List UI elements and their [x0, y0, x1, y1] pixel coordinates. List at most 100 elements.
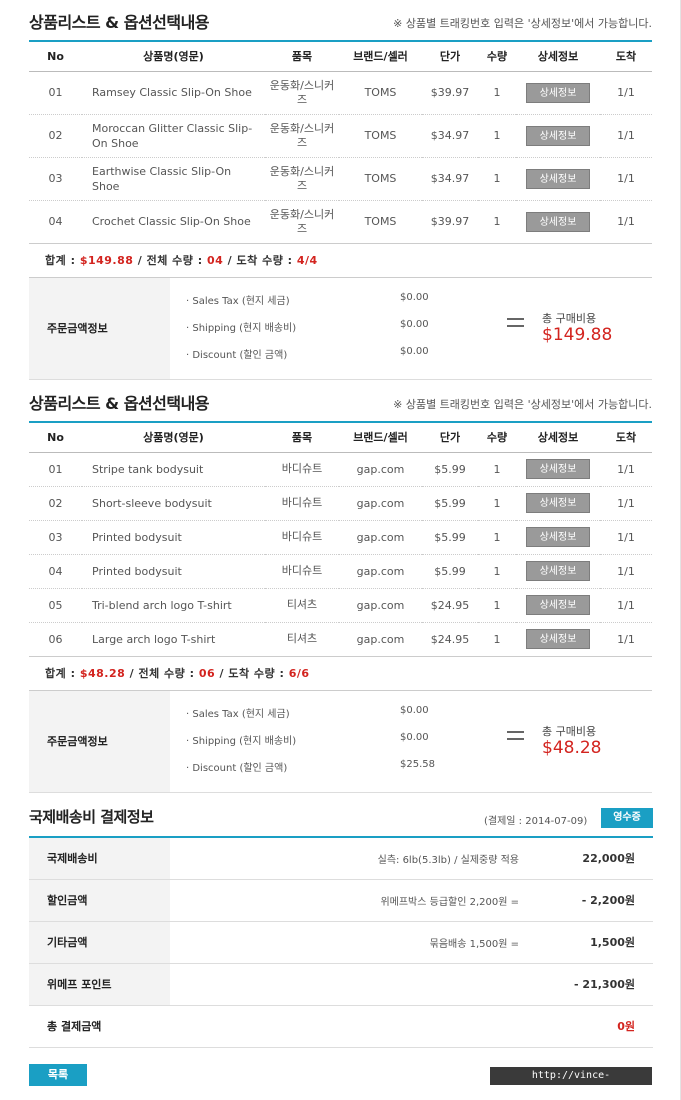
item-category: 운동화/스니커즈	[265, 71, 339, 115]
item-brand: gap.com	[339, 452, 422, 487]
detail-button[interactable]: 상세정보	[526, 125, 590, 146]
table-row: 02 Moroccan Glitter Classic Slip-On Shoe…	[29, 114, 652, 158]
items-table: No 상품명(영문) 품목 브랜드/셀러 단가 수량 상세정보 도착 01 St…	[29, 421, 652, 657]
item-arrival: 1/1	[600, 452, 652, 487]
item-no: 04	[29, 200, 82, 244]
fee-discount-label: · Discount (할인 금액)	[186, 762, 288, 774]
item-category: 바디슈트	[265, 554, 339, 589]
item-arrival: 1/1	[600, 200, 652, 244]
summary-total: $48.28	[79, 666, 126, 680]
item-qty: 1	[478, 554, 516, 589]
item-arrival: 1/1	[600, 588, 652, 623]
detail-button[interactable]: 상세정보	[526, 493, 590, 513]
item-price: $5.99	[422, 486, 478, 521]
fee-tax-label: · Sales Tax (현지 세금)	[186, 708, 290, 720]
payment-total-desc	[170, 1005, 533, 1048]
payment-row: 할인금액 위메프박스 등급할인 2,200원 = - 2,200원	[29, 879, 653, 922]
col-header-arrival: 도착	[600, 422, 652, 453]
item-detail-cell: 상세정보	[516, 486, 600, 521]
payment-total-amount: 0원	[533, 1005, 653, 1048]
item-name: Stripe tank bodysuit	[82, 452, 265, 487]
item-detail-cell: 상세정보	[516, 588, 600, 623]
item-price: $34.97	[422, 157, 478, 201]
item-detail-cell: 상세정보	[516, 622, 600, 657]
detail-button[interactable]: 상세정보	[526, 82, 590, 103]
item-price: $34.97	[422, 114, 478, 158]
item-category: 바디슈트	[265, 520, 339, 555]
item-name: Printed bodysuit	[82, 520, 265, 555]
detail-button[interactable]: 상세정보	[526, 629, 590, 649]
summary-arrived-label: / 도착 수량 :	[219, 666, 285, 680]
item-no: 02	[29, 114, 82, 158]
receipt-button[interactable]: 영수증	[601, 808, 653, 828]
item-category: 티셔츠	[265, 588, 339, 623]
payment-row-label: 위메프 포인트	[29, 963, 170, 1006]
item-qty: 1	[478, 71, 516, 115]
detail-button[interactable]: 상세정보	[526, 459, 590, 479]
item-detail-cell: 상세정보	[516, 520, 600, 555]
total-purchase-label: 총 구매비용	[542, 311, 597, 325]
item-brand: gap.com	[339, 554, 422, 589]
payment-row-amount: - 21,300원	[533, 963, 653, 1006]
order-info-label: 주문금액정보	[29, 277, 170, 379]
total-purchase-value: $149.88	[542, 324, 613, 345]
detail-button[interactable]: 상세정보	[526, 561, 590, 581]
item-category: 운동화/스니커즈	[265, 157, 339, 201]
item-qty: 1	[478, 588, 516, 623]
item-arrival: 1/1	[600, 71, 652, 115]
section-header: 상품리스트 & 옵션선택내용 ※ 상품별 트래킹번호 입력은 '상세정보'에서 …	[29, 0, 652, 40]
summary-qty: 06	[198, 666, 216, 680]
order-section-2: 상품리스트 & 옵션선택내용 ※ 상품별 트래킹번호 입력은 '상세정보'에서 …	[29, 381, 652, 793]
col-header-name: 상품명(영문)	[82, 41, 265, 72]
item-brand: gap.com	[339, 486, 422, 521]
detail-button[interactable]: 상세정보	[526, 211, 590, 232]
table-header-row: No 상품명(영문) 품목 브랜드/셀러 단가 수량 상세정보 도착	[29, 422, 652, 453]
detail-button[interactable]: 상세정보	[526, 168, 590, 189]
section-note: ※ 상품별 트래킹번호 입력은 '상세정보'에서 가능합니다.	[393, 398, 652, 411]
items-table: No 상품명(영문) 품목 브랜드/셀러 단가 수량 상세정보 도착 01 Ra…	[29, 40, 652, 244]
col-header-price: 단가	[422, 41, 478, 72]
payment-total-label: 총 결제금액	[29, 1005, 170, 1048]
section-title: 상품리스트 & 옵션선택내용	[29, 394, 210, 413]
equals-icon	[507, 730, 524, 745]
fee-shipping-value: $0.00	[400, 731, 429, 743]
item-name: Tri-blend arch logo T-shirt	[82, 588, 265, 623]
summary-qty-label: / 전체 수량 :	[137, 253, 203, 267]
list-button[interactable]: 목록	[29, 1064, 87, 1086]
payment-row-label: 할인금액	[29, 879, 170, 922]
item-price: $39.97	[422, 71, 478, 115]
item-brand: TOMS	[339, 157, 422, 201]
item-brand: gap.com	[339, 520, 422, 555]
payment-row-label: 기타금액	[29, 921, 170, 964]
table-row: 01 Ramsey Classic Slip-On Shoe 운동화/스니커즈 …	[29, 71, 652, 115]
summary-total-label: 합계 :	[45, 666, 76, 680]
item-detail-cell: 상세정보	[516, 452, 600, 487]
item-arrival: 1/1	[600, 157, 652, 201]
section-header: 상품리스트 & 옵션선택내용 ※ 상품별 트래킹번호 입력은 '상세정보'에서 …	[29, 381, 652, 421]
col-header-price: 단가	[422, 422, 478, 453]
payment-row: 국제배송비 실측: 6lb(5.3lb) / 실제중량 적용 22,000원	[29, 837, 653, 880]
item-arrival: 1/1	[600, 486, 652, 521]
col-header-name: 상품명(영문)	[82, 422, 265, 453]
item-qty: 1	[478, 622, 516, 657]
col-header-qty: 수량	[478, 422, 516, 453]
item-name: Short-sleeve bodysuit	[82, 486, 265, 521]
equals-icon	[507, 317, 524, 332]
detail-button[interactable]: 상세정보	[526, 595, 590, 615]
fee-discount-value: $0.00	[400, 345, 429, 357]
col-header-brand: 브랜드/셀러	[339, 422, 422, 453]
item-detail-cell: 상세정보	[516, 157, 600, 201]
order-amount-info: 주문금액정보 · Sales Tax (현지 세금) $0.00 · Shipp…	[29, 690, 652, 793]
payment-row-desc: 묶음배송 1,500원 =	[170, 921, 533, 964]
item-brand: gap.com	[339, 588, 422, 623]
item-name: Earthwise Classic Slip-On Shoe	[82, 157, 265, 201]
item-qty: 1	[478, 200, 516, 244]
item-arrival: 1/1	[600, 520, 652, 555]
item-no: 05	[29, 588, 82, 623]
detail-button[interactable]: 상세정보	[526, 527, 590, 547]
item-arrival: 1/1	[600, 114, 652, 158]
total-purchase-value: $48.28	[542, 737, 602, 758]
item-name: Ramsey Classic Slip-On Shoe	[82, 71, 265, 115]
col-header-no: No	[29, 41, 82, 72]
col-header-category: 품목	[265, 41, 339, 72]
